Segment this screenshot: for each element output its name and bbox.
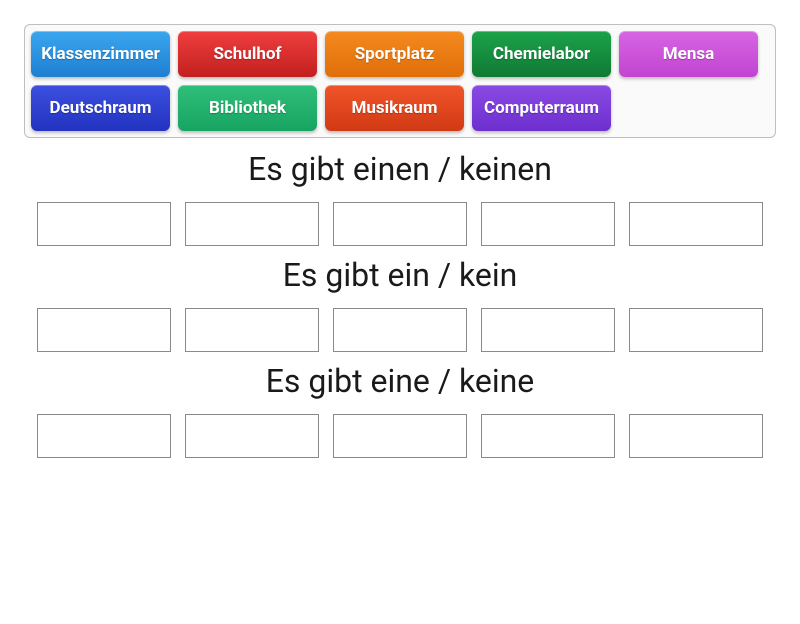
- card-chemielabor[interactable]: Chemielabor: [472, 31, 611, 77]
- card-computerraum[interactable]: Computerraum: [472, 85, 611, 131]
- card-schulhof[interactable]: Schulhof: [178, 31, 317, 77]
- drop-slot[interactable]: [185, 308, 319, 352]
- card-label: Chemielabor: [493, 44, 590, 64]
- drop-slot[interactable]: [333, 308, 467, 352]
- drop-row: [24, 414, 776, 458]
- drop-row: [24, 202, 776, 246]
- group-masculine: Es gibt einen / keinen: [24, 150, 776, 246]
- card-musikraum[interactable]: Musikraum: [325, 85, 464, 131]
- group-title: Es gibt ein / kein: [24, 256, 776, 294]
- card-label: Schulhof: [213, 44, 281, 64]
- group-feminine: Es gibt eine / keine: [24, 362, 776, 458]
- group-title: Es gibt einen / keinen: [24, 150, 776, 188]
- card-label: Musikraum: [351, 98, 437, 118]
- drop-slot[interactable]: [333, 202, 467, 246]
- card-deutschraum[interactable]: Deutschraum: [31, 85, 170, 131]
- card-label: Mensa: [663, 44, 714, 64]
- drop-slot[interactable]: [185, 202, 319, 246]
- group-neuter: Es gibt ein / kein: [24, 256, 776, 352]
- drop-slot[interactable]: [185, 414, 319, 458]
- drop-slot[interactable]: [629, 308, 763, 352]
- card-tray: Klassenzimmer Schulhof Sportplatz Chemie…: [24, 24, 776, 138]
- card-label: Klassenzimmer: [41, 44, 160, 64]
- drop-slot[interactable]: [629, 202, 763, 246]
- drop-slot[interactable]: [481, 308, 615, 352]
- group-title: Es gibt eine / keine: [24, 362, 776, 400]
- drop-slot[interactable]: [37, 414, 171, 458]
- drop-slot[interactable]: [481, 414, 615, 458]
- card-mensa[interactable]: Mensa: [619, 31, 758, 77]
- drop-slot[interactable]: [37, 202, 171, 246]
- drop-slot[interactable]: [333, 414, 467, 458]
- drop-slot[interactable]: [481, 202, 615, 246]
- drop-row: [24, 308, 776, 352]
- card-klassenzimmer[interactable]: Klassenzimmer: [31, 31, 170, 77]
- card-label: Deutschraum: [50, 98, 152, 118]
- card-label: Sportplatz: [355, 44, 435, 64]
- drop-slot[interactable]: [37, 308, 171, 352]
- card-sportplatz[interactable]: Sportplatz: [325, 31, 464, 77]
- card-label: Bibliothek: [209, 98, 286, 118]
- drop-slot[interactable]: [629, 414, 763, 458]
- card-bibliothek[interactable]: Bibliothek: [178, 85, 317, 131]
- drop-groups: Es gibt einen / keinen Es gibt ein / kei…: [24, 150, 776, 458]
- card-label: Computerraum: [484, 98, 599, 118]
